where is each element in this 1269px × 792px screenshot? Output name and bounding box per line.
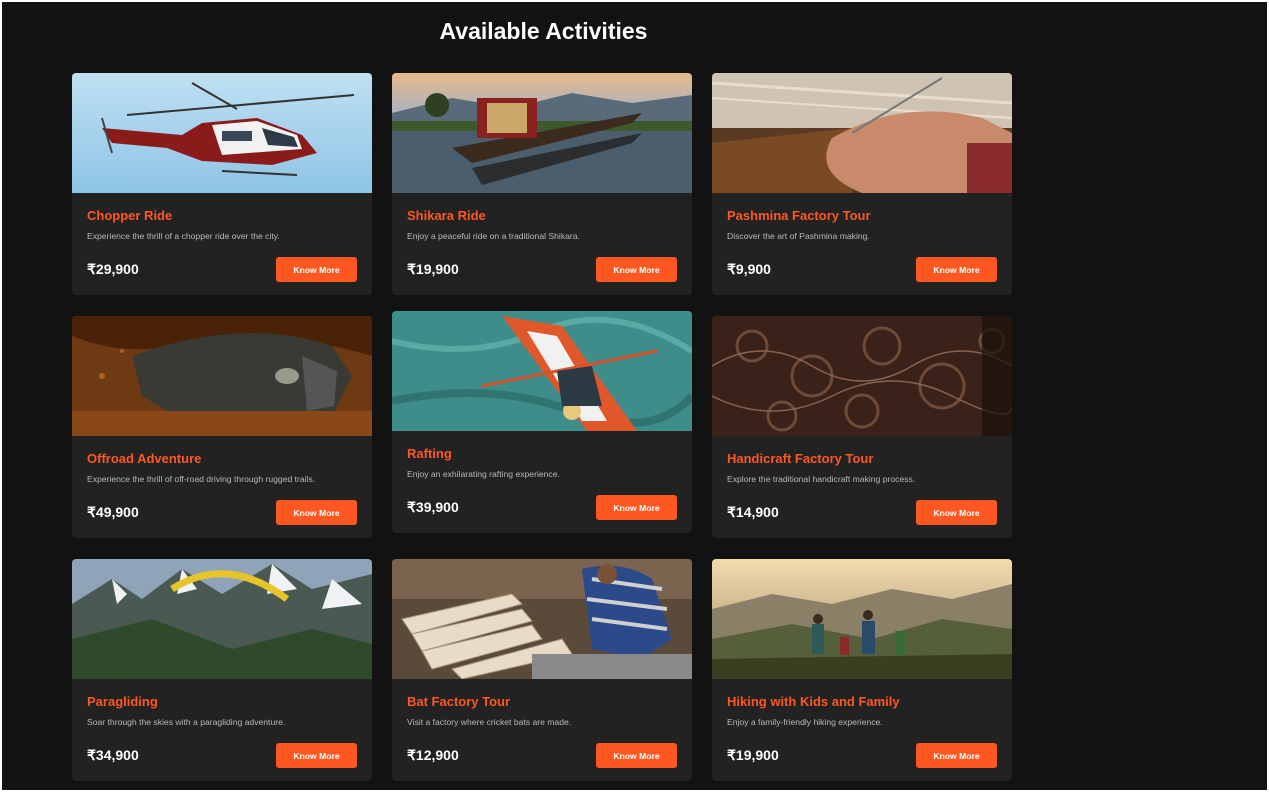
know-more-button[interactable]: Know More xyxy=(916,500,997,525)
offroad-vehicle-image xyxy=(72,316,372,436)
activity-price: ₹39,900 xyxy=(407,499,459,515)
activity-title: Pashmina Factory Tour xyxy=(727,208,871,223)
page-title: Available Activities xyxy=(439,18,648,44)
activity-description: Experience the thrill of off-road drivin… xyxy=(87,474,316,484)
know-more-button[interactable]: Know More xyxy=(596,743,677,768)
activity-price: ₹29,900 xyxy=(87,261,139,277)
helicopter-image xyxy=(72,73,372,193)
know-more-button[interactable]: Know More xyxy=(276,743,357,768)
activity-price: ₹12,900 xyxy=(407,747,459,763)
activity-card-pashmina-factory-tour: Pashmina Factory Tour Discover the art o… xyxy=(712,73,1012,295)
page-container: Available Activities Chopper Ride Experi… xyxy=(2,2,1267,790)
activity-price: ₹19,900 xyxy=(407,261,459,277)
shikara-boat-image xyxy=(392,73,692,193)
know-more-button[interactable]: Know More xyxy=(596,257,677,282)
activity-title: Bat Factory Tour xyxy=(407,694,511,709)
paraglider-mountains-image xyxy=(72,559,372,679)
activity-title: Rafting xyxy=(407,446,452,461)
know-more-button[interactable]: Know More xyxy=(276,500,357,525)
activity-price: ₹14,900 xyxy=(727,504,779,520)
activity-title: Offroad Adventure xyxy=(87,451,202,466)
activity-price: ₹34,900 xyxy=(87,747,139,763)
activity-description: Enjoy a peaceful ride on a traditional S… xyxy=(407,231,580,241)
activity-card-bat-factory-tour: Bat Factory Tour Visit a factory where c… xyxy=(392,559,692,781)
activity-title: Hiking with Kids and Family xyxy=(727,694,900,709)
activity-description: Discover the art of Pashmina making. xyxy=(727,231,870,241)
activity-card-paragliding: Paragliding Soar through the skies with … xyxy=(72,559,372,781)
know-more-button[interactable]: Know More xyxy=(596,495,677,520)
activity-card-shikara-ride: Shikara Ride Enjoy a peaceful ride on a … xyxy=(392,73,692,295)
activity-card-handicraft-factory-tour: Handicraft Factory Tour Explore the trad… xyxy=(712,316,1012,538)
activity-title: Handicraft Factory Tour xyxy=(727,451,874,466)
activity-description: Soar through the skies with a paraglidin… xyxy=(87,717,286,727)
kayak-rafting-image xyxy=(392,311,692,431)
activity-title: Chopper Ride xyxy=(87,208,173,223)
cricket-bat-workshop-image xyxy=(392,559,692,679)
activity-card-chopper-ride: Chopper Ride Experience the thrill of a … xyxy=(72,73,372,295)
activity-card-rafting: Rafting Enjoy an exhilarating rafting ex… xyxy=(392,311,692,533)
activity-description: Explore the traditional handicraft makin… xyxy=(727,474,916,484)
activity-price: ₹49,900 xyxy=(87,504,139,520)
activity-title: Shikara Ride xyxy=(407,208,486,223)
pashmina-weaving-image xyxy=(712,73,1012,193)
know-more-button[interactable]: Know More xyxy=(916,743,997,768)
know-more-button[interactable]: Know More xyxy=(916,257,997,282)
activity-description: Visit a factory where cricket bats are m… xyxy=(407,717,572,727)
wood-carving-image xyxy=(712,316,1012,436)
activity-price: ₹9,900 xyxy=(727,261,771,277)
activity-card-hiking-with-kids-and-family: Hiking with Kids and Family Enjoy a fami… xyxy=(712,559,1012,781)
activity-description: Experience the thrill of a chopper ride … xyxy=(87,231,280,241)
family-hiking-image xyxy=(712,559,1012,679)
activity-price: ₹19,900 xyxy=(727,747,779,763)
activity-title: Paragliding xyxy=(87,694,158,709)
activity-description: Enjoy an exhilarating rafting experience… xyxy=(407,469,560,479)
activity-card-offroad-adventure: Offroad Adventure Experience the thrill … xyxy=(72,316,372,538)
activity-description: Enjoy a family-friendly hiking experienc… xyxy=(727,717,883,727)
know-more-button[interactable]: Know More xyxy=(276,257,357,282)
